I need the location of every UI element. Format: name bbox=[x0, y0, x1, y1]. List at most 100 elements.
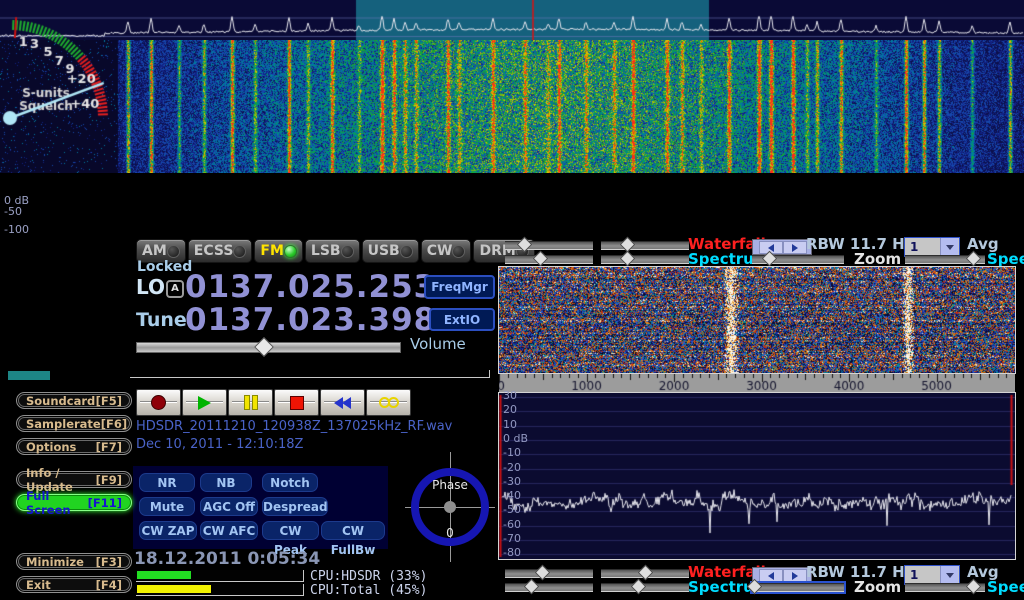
af-db-label: -70 bbox=[503, 533, 521, 544]
avg-dropdown-value: 1 bbox=[905, 566, 940, 584]
waterfall-contrast-slider-bottom[interactable] bbox=[601, 569, 689, 578]
mode-button-usb[interactable]: USB bbox=[362, 239, 419, 263]
waterfall-brightness-slider-top-thumb[interactable] bbox=[517, 237, 533, 253]
options-button[interactable]: Options [F7] bbox=[16, 438, 132, 455]
dsp-button-cw-peak[interactable]: CW Peak bbox=[262, 521, 319, 540]
af-db-label: 30 bbox=[503, 390, 517, 401]
dsp-button-nr[interactable]: NR bbox=[139, 473, 195, 492]
mode-button-ecss[interactable]: ECSS bbox=[188, 239, 253, 263]
spectrum-brightness-slider-bottom[interactable] bbox=[505, 583, 593, 592]
side-button-key: [F11] bbox=[88, 496, 122, 510]
phase-indicator: Phase 0 bbox=[405, 452, 495, 562]
spectrum-brightness-slider-bottom-thumb[interactable] bbox=[524, 579, 540, 595]
zoom-label-top: Zoom bbox=[854, 252, 901, 267]
rf-db-label: -50 bbox=[4, 206, 22, 217]
dsp-button-nb[interactable]: NB bbox=[200, 473, 252, 492]
waterfall-contrast-slider-top-thumb[interactable] bbox=[620, 237, 636, 253]
avg-dropdown-button[interactable] bbox=[940, 238, 958, 256]
cpu-total-bar bbox=[136, 584, 304, 596]
volume-slider[interactable] bbox=[136, 342, 401, 353]
speed-slider-bottom-thumb[interactable] bbox=[966, 579, 982, 595]
spectrum-contrast-slider-bottom-thumb[interactable] bbox=[631, 579, 647, 595]
s-meter bbox=[0, 0, 134, 136]
spectrum-contrast-slider-bottom[interactable] bbox=[601, 583, 689, 592]
af-controls-bottom: WaterfallRBW 11.7 Hz1AvgSpectrumZoomSpee… bbox=[497, 564, 1024, 598]
transport-rewind-button[interactable] bbox=[320, 389, 365, 416]
dsp-button-cw-zap[interactable]: CW ZAP bbox=[139, 521, 197, 540]
scroll-right-button-bottom[interactable] bbox=[783, 569, 807, 582]
avg-dropdown-bottom[interactable]: 1 bbox=[904, 565, 960, 585]
af-db-label: -80 bbox=[503, 547, 521, 558]
soundcard-button[interactable]: Soundcard[F5] bbox=[16, 392, 132, 409]
af-db-label: -20 bbox=[503, 462, 521, 473]
speed-label-bottom: Speed bbox=[987, 580, 1024, 595]
side-button-key: [F4] bbox=[96, 578, 122, 592]
exit-button[interactable]: Exit[F4] bbox=[16, 576, 132, 593]
avg-dropdown-button[interactable] bbox=[940, 566, 958, 584]
waterfall-brightness-slider-bottom-thumb[interactable] bbox=[535, 565, 551, 581]
spectrum-contrast-slider-top-thumb[interactable] bbox=[620, 251, 636, 267]
af-spectrum-display[interactable] bbox=[498, 392, 1016, 560]
transport-pause-button[interactable] bbox=[228, 389, 273, 416]
dsp-panel: NR NB Notch Mute AGC OffDespread CW ZAPCW AFC… bbox=[133, 466, 388, 549]
transport-record-button[interactable] bbox=[136, 389, 181, 416]
af-frequency-scale[interactable] bbox=[499, 374, 1015, 393]
speed-slider-top[interactable] bbox=[905, 255, 985, 264]
lo-frequency-value[interactable]: 0137.025.253 bbox=[185, 269, 436, 305]
dsp-button-cw-fullbw[interactable]: CW FullBw bbox=[321, 521, 385, 540]
speed-slider-top-thumb[interactable] bbox=[966, 251, 982, 267]
dsp-button-agc-off[interactable]: AGC Off bbox=[200, 497, 258, 516]
speed-slider-bottom[interactable] bbox=[905, 583, 985, 592]
spectrum-contrast-slider-top[interactable] bbox=[601, 255, 689, 264]
transport-play-button[interactable] bbox=[182, 389, 227, 416]
transport-loop-button[interactable] bbox=[366, 389, 411, 416]
mode-button-label: ECSS bbox=[194, 243, 234, 259]
scroll-right-button-top[interactable] bbox=[783, 241, 807, 254]
mode-button-cw[interactable]: CW bbox=[421, 239, 472, 263]
info-update-button[interactable]: Info / Update[F9] bbox=[16, 471, 132, 488]
dsp-button-despread[interactable]: Despread bbox=[262, 497, 328, 516]
extio-button[interactable]: ExtIO bbox=[429, 308, 495, 331]
mode-button-label: AM bbox=[142, 243, 167, 259]
dsp-button-mute[interactable]: Mute bbox=[139, 497, 195, 516]
separator-tick bbox=[489, 370, 490, 378]
zoom-slider-bottom[interactable] bbox=[752, 583, 844, 592]
mode-button-fm[interactable]: FM bbox=[254, 239, 303, 263]
af-controls-top: WaterfallRBW 11.7 Hz1AvgSpectrumZoomSpee… bbox=[497, 236, 1024, 270]
speed-label-top: Speed bbox=[987, 252, 1024, 267]
volume-slider-thumb[interactable] bbox=[254, 337, 274, 357]
full-screen-button[interactable]: Full Screen[F11] bbox=[16, 494, 132, 511]
waterfall-contrast-slider-bottom-thumb[interactable] bbox=[638, 565, 654, 581]
loop-icon bbox=[380, 397, 398, 408]
mode-button-label: FM bbox=[260, 243, 284, 259]
transport-stop-button[interactable] bbox=[274, 389, 319, 416]
side-button-label: Options bbox=[26, 440, 76, 454]
minimize-button[interactable]: Minimize[F3] bbox=[16, 553, 132, 570]
samplerate-button[interactable]: Samplerate[F6] bbox=[16, 415, 132, 432]
spectrum-brightness-slider-top-thumb[interactable] bbox=[533, 251, 549, 267]
avg-dropdown-value: 1 bbox=[905, 238, 940, 256]
freqmgr-button[interactable]: FreqMgr bbox=[424, 275, 495, 299]
waterfall-brightness-slider-top[interactable] bbox=[505, 241, 593, 250]
dsp-button-cw-afc[interactable]: CW AFC bbox=[200, 521, 258, 540]
zoom-slider-top[interactable] bbox=[752, 255, 844, 264]
waterfall-contrast-slider-top[interactable] bbox=[601, 241, 689, 250]
mode-button-lsb[interactable]: LSB bbox=[305, 239, 360, 263]
tune-frequency-value[interactable]: 0137.023.398 bbox=[185, 302, 436, 338]
side-button-key: [F7] bbox=[96, 440, 122, 454]
cpu-hdsdr-bar-fill bbox=[137, 571, 191, 579]
side-button-key: [F5] bbox=[96, 394, 122, 408]
dsp-button-notch[interactable]: Notch bbox=[262, 473, 318, 492]
spectrum-brightness-slider-top[interactable] bbox=[505, 255, 593, 264]
af-waterfall-display[interactable] bbox=[498, 266, 1016, 374]
zoom-label-bottom: Zoom bbox=[854, 580, 901, 595]
phase-label: Phase bbox=[405, 478, 495, 492]
volume-label: Volume bbox=[410, 335, 466, 353]
avg-dropdown-top[interactable]: 1 bbox=[904, 237, 960, 257]
recording-filename: HDSDR_20111210_120938Z_137025kHz_RF.wav bbox=[136, 419, 452, 434]
phase-center-dot bbox=[444, 501, 456, 513]
chevron-down-icon bbox=[946, 245, 954, 250]
lo-lock-badge[interactable]: A bbox=[166, 280, 184, 298]
waterfall-brightness-slider-bottom[interactable] bbox=[505, 569, 593, 578]
rf-spectrum-display[interactable] bbox=[0, 0, 1024, 40]
